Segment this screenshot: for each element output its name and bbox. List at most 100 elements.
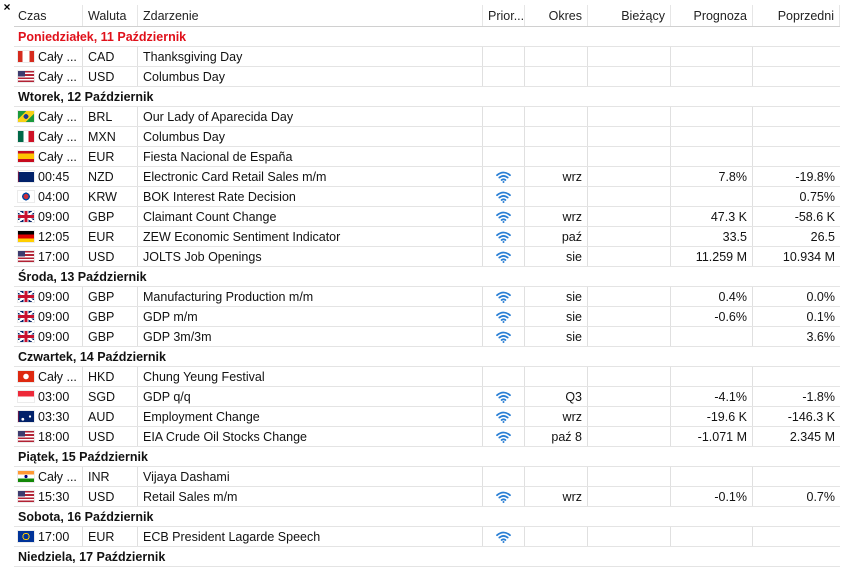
table-row[interactable]: Cały ... HKD Chung Yeung Festival <box>14 367 840 387</box>
event-previous: 0.1% <box>806 309 836 324</box>
event-time: Cały ... <box>38 49 77 64</box>
event-priority <box>483 367 525 386</box>
table-row[interactable]: 09:00 GBP GDP 3m/3m sie 3.6% <box>14 327 840 347</box>
event-priority <box>483 127 525 146</box>
event-actual <box>588 67 671 86</box>
event-period: sie <box>525 307 588 326</box>
event-actual <box>588 47 671 66</box>
event-period: wrz <box>525 167 588 186</box>
event-forecast: -1.071 M <box>671 427 753 446</box>
event-previous: 2.345 M <box>789 429 835 444</box>
event-name: Thanksgiving Day <box>138 47 483 66</box>
event-priority <box>483 427 525 446</box>
event-previous: 0.7% <box>806 489 836 504</box>
event-currency: EUR <box>83 227 138 246</box>
table-row[interactable]: 03:00 SGD GDP q/q Q3 -4.1% -1.8% <box>14 387 840 407</box>
column-header-actual[interactable]: Bieżący <box>588 5 671 26</box>
event-currency: NZD <box>83 167 138 186</box>
event-period: wrz <box>525 207 588 226</box>
table-row[interactable]: 15:30 USD Retail Sales m/m wrz -0.1% 0.7… <box>14 487 840 507</box>
table-row[interactable]: Cały ... EUR Fiesta Nacional de España <box>14 147 840 167</box>
event-previous <box>753 527 840 546</box>
priority-signal-icon <box>496 491 511 503</box>
event-previous: 26.5 <box>810 229 835 244</box>
flag-south-korea-icon <box>18 191 34 202</box>
priority-signal-icon <box>496 291 511 303</box>
event-period <box>525 107 588 126</box>
event-currency: INR <box>83 467 138 486</box>
event-period <box>525 367 588 386</box>
event-forecast: 47.3 K <box>671 207 753 226</box>
table-row[interactable]: 03:30 AUD Employment Change wrz -19.6 K … <box>14 407 840 427</box>
event-actual <box>588 107 671 126</box>
event-period: paź 8 <box>525 427 588 446</box>
event-period <box>525 127 588 146</box>
event-previous: -19.8% <box>795 169 835 184</box>
flag-india-icon <box>18 471 34 482</box>
event-previous <box>753 147 840 166</box>
day-header: Poniedziałek, 11 Październik <box>14 27 840 47</box>
event-previous <box>753 67 840 86</box>
event-name: JOLTS Job Openings <box>138 247 483 266</box>
event-currency: USD <box>83 247 138 266</box>
event-forecast: -19.6 K <box>671 407 753 426</box>
flag-uk-icon <box>18 311 34 322</box>
day-header: Czwartek, 14 Październik <box>14 347 840 367</box>
event-currency: HKD <box>83 367 138 386</box>
column-header-currency[interactable]: Waluta <box>83 5 138 26</box>
table-row[interactable]: 17:00 EUR ECB President Lagarde Speech <box>14 527 840 547</box>
event-forecast <box>671 367 753 386</box>
flag-spain-icon <box>18 151 34 162</box>
priority-signal-icon <box>496 311 511 323</box>
column-header-forecast[interactable]: Prognoza <box>671 5 753 26</box>
table-row[interactable]: 09:00 GBP Claimant Count Change wrz 47.3… <box>14 207 840 227</box>
table-row[interactable]: Cały ... USD Columbus Day <box>14 67 840 87</box>
table-row[interactable]: 00:45 NZD Electronic Card Retail Sales m… <box>14 167 840 187</box>
event-actual <box>588 407 671 426</box>
table-row[interactable]: 12:05 EUR ZEW Economic Sentiment Indicat… <box>14 227 840 247</box>
event-forecast <box>671 327 753 346</box>
event-currency: EUR <box>83 527 138 546</box>
event-actual <box>588 147 671 166</box>
column-header-time[interactable]: Czas <box>14 5 83 26</box>
column-header-row: Czas Waluta Zdarzenie Prior... Okres Bie… <box>14 5 840 27</box>
event-currency: EUR <box>83 147 138 166</box>
table-row[interactable]: Cały ... CAD Thanksgiving Day <box>14 47 840 67</box>
event-time: 17:00 <box>38 249 70 264</box>
column-header-event[interactable]: Zdarzenie <box>138 5 483 26</box>
flag-usa-icon <box>18 71 34 82</box>
event-period: wrz <box>525 487 588 506</box>
event-priority <box>483 187 525 206</box>
event-name: GDP 3m/3m <box>138 327 483 346</box>
event-previous: 3.6% <box>806 329 836 344</box>
event-priority <box>483 327 525 346</box>
event-priority <box>483 487 525 506</box>
event-time: 12:05 <box>38 229 70 244</box>
priority-signal-icon <box>496 411 511 423</box>
column-header-priority[interactable]: Prior... <box>483 5 525 26</box>
table-row[interactable]: Cały ... BRL Our Lady of Aparecida Day <box>14 107 840 127</box>
column-header-previous[interactable]: Poprzedni <box>753 5 840 26</box>
event-currency: GBP <box>83 207 138 226</box>
event-actual <box>588 427 671 446</box>
event-period: paź <box>525 227 588 246</box>
column-header-period[interactable]: Okres <box>525 5 588 26</box>
day-header: Sobota, 16 Październik <box>14 507 840 527</box>
priority-signal-icon <box>496 431 511 443</box>
table-row[interactable]: 04:00 KRW BOK Interest Rate Decision 0.7… <box>14 187 840 207</box>
table-row[interactable]: 09:00 GBP Manufacturing Production m/m s… <box>14 287 840 307</box>
flag-usa-icon <box>18 431 34 442</box>
event-previous: -58.6 K <box>794 209 835 224</box>
table-row[interactable]: 17:00 USD JOLTS Job Openings sie 11.259 … <box>14 247 840 267</box>
close-icon[interactable]: × <box>0 0 14 14</box>
table-row[interactable]: Cały ... INR Vijaya Dashami <box>14 467 840 487</box>
event-period: Q3 <box>525 387 588 406</box>
event-actual <box>588 327 671 346</box>
table-row[interactable]: Cały ... MXN Columbus Day <box>14 127 840 147</box>
event-priority <box>483 527 525 546</box>
event-priority <box>483 407 525 426</box>
event-priority <box>483 147 525 166</box>
table-row[interactable]: 09:00 GBP GDP m/m sie -0.6% 0.1% <box>14 307 840 327</box>
event-priority <box>483 67 525 86</box>
table-row[interactable]: 18:00 USD EIA Crude Oil Stocks Change pa… <box>14 427 840 447</box>
